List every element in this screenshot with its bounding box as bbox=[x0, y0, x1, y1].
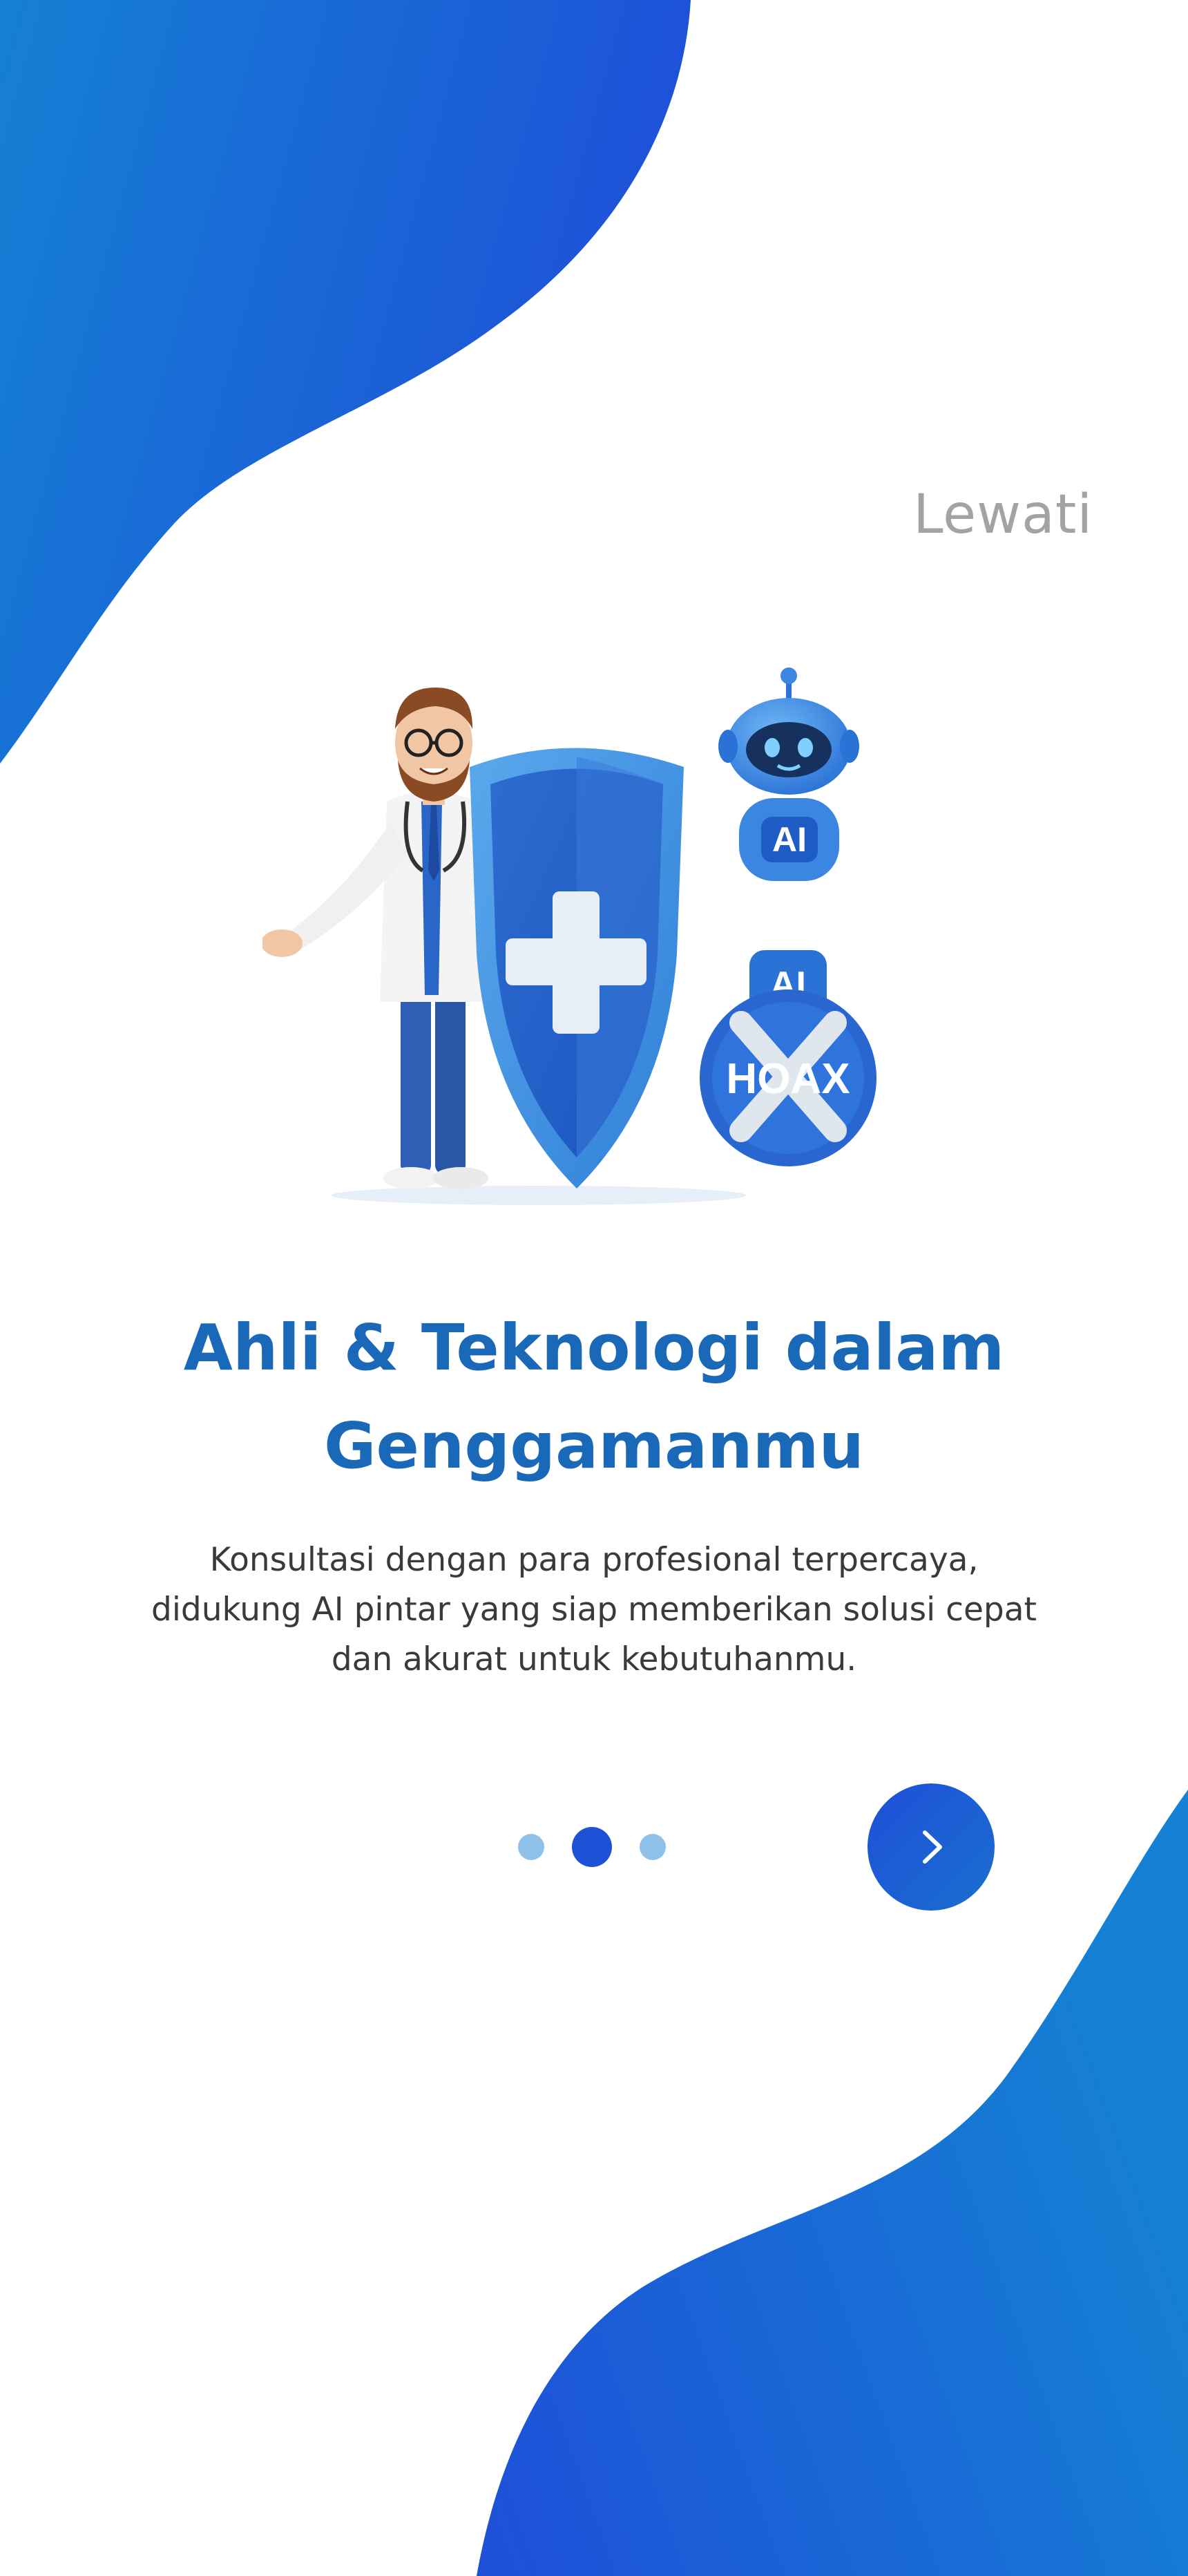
ground-shadow bbox=[332, 1186, 746, 1205]
pagination-dots bbox=[518, 1827, 666, 1867]
background-blobs bbox=[0, 0, 1188, 2576]
hoax-label: HOAX bbox=[726, 1055, 850, 1103]
onboarding-description: Konsultasi dengan para profesional terpe… bbox=[151, 1541, 1037, 1678]
chevron-right-icon bbox=[923, 1830, 942, 1864]
robot-ai-label: AI bbox=[772, 820, 807, 859]
anti-hoax-badge-icon: AI HOAX bbox=[700, 950, 876, 1166]
top-left-blob bbox=[0, 0, 691, 764]
next-button[interactable] bbox=[868, 1783, 995, 1911]
pagination-dot-2-active[interactable] bbox=[572, 1827, 612, 1867]
ai-robot-icon: AI bbox=[718, 667, 859, 881]
onboarding-title: Ahli & Teknologi dalam Genggamanmu bbox=[183, 1311, 1005, 1483]
medical-shield-icon bbox=[470, 748, 684, 1188]
bottom-right-blob bbox=[477, 1790, 1188, 2576]
pagination-dot-1[interactable] bbox=[518, 1834, 544, 1860]
pagination-dot-3[interactable] bbox=[640, 1834, 666, 1860]
onboarding-illustration: AI AI HOAX bbox=[262, 667, 876, 1205]
skip-button[interactable]: Lewati bbox=[913, 484, 1093, 546]
